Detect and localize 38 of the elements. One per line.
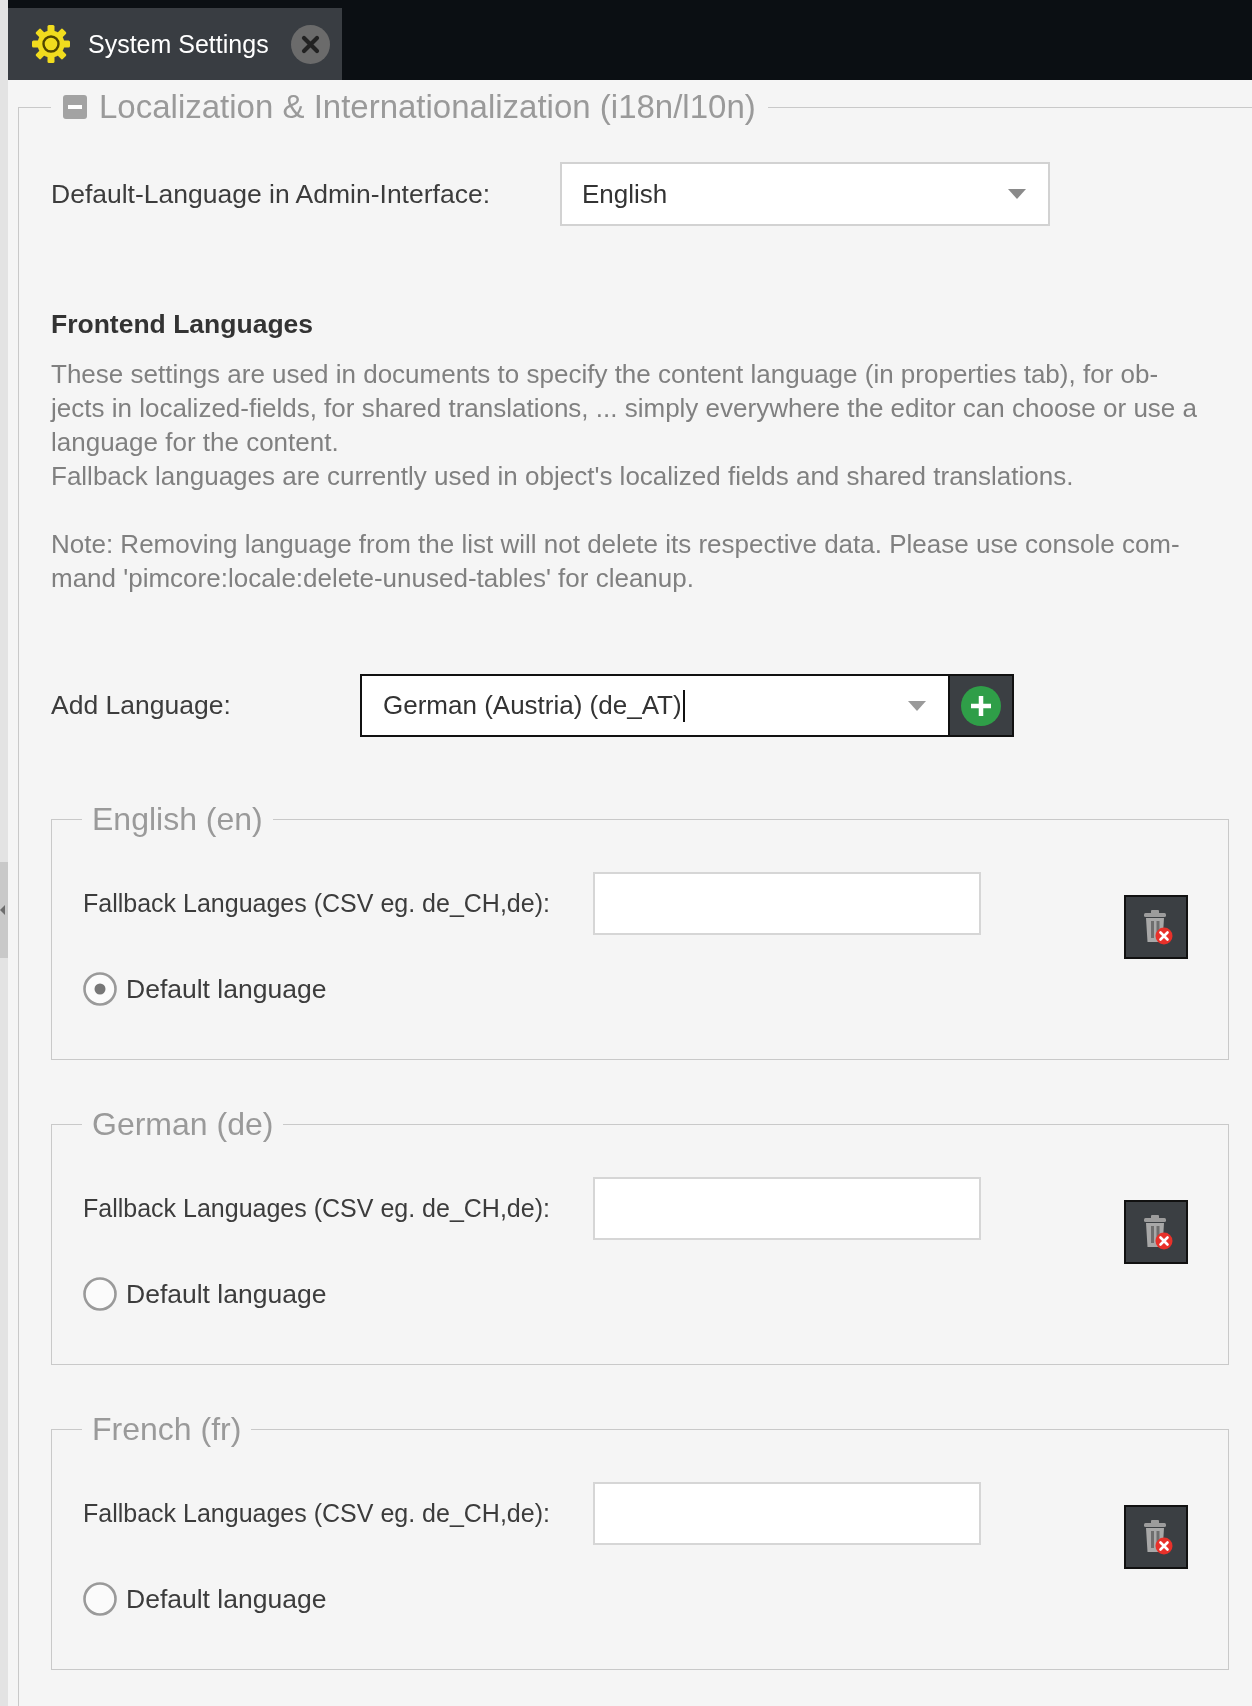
note-text: Note: Removing language from the list will not delete its respective data. Please use console com- mand 'pimcore:locale:delete-unused-tables' for cleanup.: [51, 528, 1180, 595]
admin-language-select[interactable]: English: [560, 162, 1050, 226]
delete-language-button[interactable]: [1124, 1200, 1188, 1264]
default-language-label: Default language: [126, 1278, 327, 1310]
default-language-radio[interactable]: [83, 1277, 117, 1311]
dropdown-arrow-icon: [908, 700, 926, 711]
delete-language-button[interactable]: [1124, 1505, 1188, 1569]
default-language-radio[interactable]: [83, 972, 117, 1006]
fallback-languages-label: Fallback Languages (CSV eg. de_CH,de):: [83, 889, 551, 918]
language-title: French (fr): [91, 1411, 243, 1447]
fallback-languages-input[interactable]: [593, 872, 981, 935]
language-title: English (en): [91, 801, 264, 837]
collapse-icon[interactable]: [63, 95, 87, 119]
plus-icon: [961, 685, 1001, 726]
text-cursor-icon: [682, 689, 685, 722]
splitter-handle[interactable]: [0, 862, 8, 958]
default-language-label: Default language: [126, 973, 327, 1005]
add-language-combobox[interactable]: German (Austria) (de_AT): [360, 674, 950, 737]
fallback-languages-label: Fallback Languages (CSV eg. de_CH,de):: [83, 1194, 551, 1223]
fallback-info-text: Fallback languages are currently used in object's localized fields and shared translations.: [51, 460, 1074, 493]
add-language-button[interactable]: [950, 674, 1014, 737]
fallback-languages-input[interactable]: [593, 1177, 981, 1240]
frontend-languages-heading: Frontend Languages: [51, 310, 315, 338]
left-arrow-icon: [0, 905, 5, 915]
delete-language-button[interactable]: [1124, 895, 1188, 959]
close-button[interactable]: [290, 24, 330, 64]
admin-language-label: Default-Language in Admin-Interface:: [51, 178, 491, 210]
language-title: German (de): [91, 1106, 275, 1142]
default-language-label: Default language: [126, 1583, 327, 1615]
description-text: These settings are used in documents to specify the content language (in properties tab), for ob- jects in localized-fields, for shared translations, ... simply everywhere the editor can choose or use a language for the content.: [51, 358, 1197, 459]
settings-tab[interactable]: System Settings: [8, 8, 342, 80]
fallback-languages-input[interactable]: [593, 1482, 981, 1545]
section-title: Localization & Internationalization (i18n/l10n): [99, 89, 756, 125]
gear-icon: [31, 24, 71, 64]
add-language-label: Add Language:: [51, 690, 232, 721]
fallback-languages-label: Fallback Languages (CSV eg. de_CH,de):: [83, 1499, 551, 1528]
default-language-radio[interactable]: [83, 1582, 117, 1616]
dropdown-arrow-icon: [1008, 189, 1026, 199]
